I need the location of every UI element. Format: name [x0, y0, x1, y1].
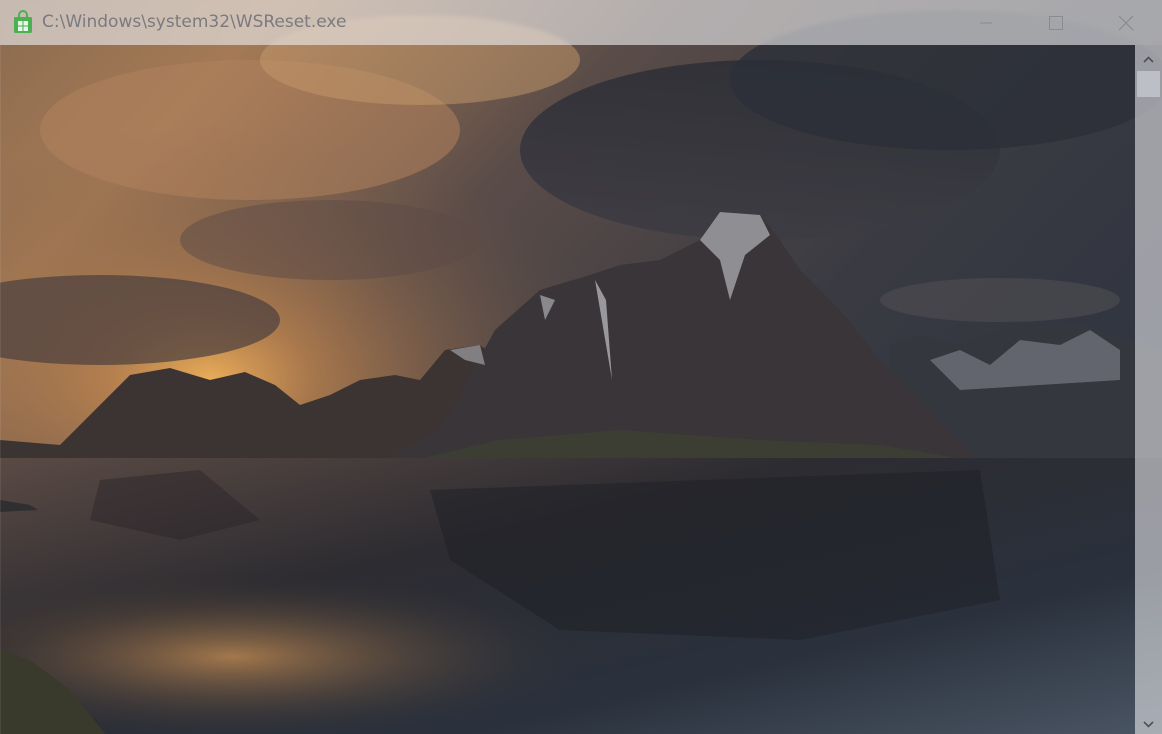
window-title: C:\Windows\system32\WSReset.exe — [42, 12, 347, 32]
scroll-up-button[interactable] — [1135, 45, 1162, 69]
wallpaper-image — [0, 0, 1162, 734]
close-button[interactable] — [1091, 0, 1161, 45]
store-bag-icon — [11, 10, 35, 34]
chevron-down-icon — [1143, 713, 1154, 732]
vertical-scrollbar[interactable] — [1135, 45, 1162, 734]
minimize-icon — [979, 16, 993, 30]
chevron-up-icon — [1143, 48, 1154, 67]
title-bar[interactable]: C:\Windows\system32\WSReset.exe — [0, 0, 1162, 45]
maximize-icon — [1048, 15, 1064, 31]
maximize-button[interactable] — [1021, 0, 1091, 45]
scroll-thumb[interactable] — [1137, 71, 1160, 97]
console-window: C:\Windows\system32\WSReset.exe — [0, 0, 1162, 734]
scroll-down-button[interactable] — [1135, 710, 1162, 734]
minimize-button[interactable] — [951, 0, 1021, 45]
close-icon — [1118, 15, 1134, 31]
console-content-area[interactable] — [0, 45, 1, 734]
